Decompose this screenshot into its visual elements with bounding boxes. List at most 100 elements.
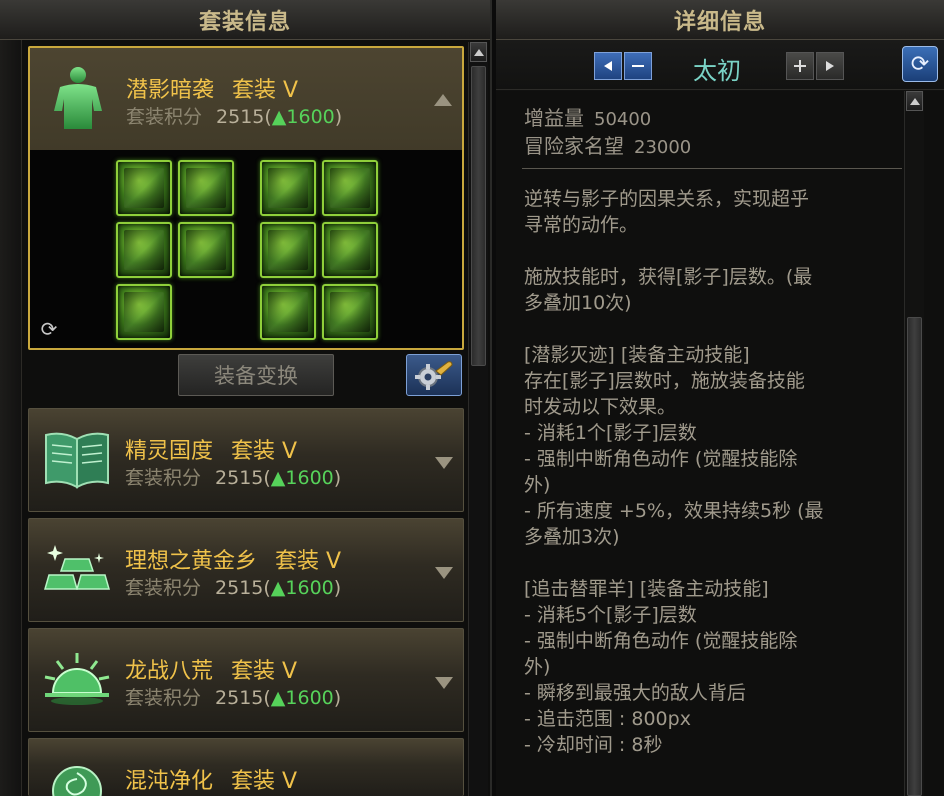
tier-title: 太初 xyxy=(693,57,741,85)
set-effect-description: 逆转与影子的因果关系，实现超乎 寻常的动作。 施放技能时，获得[影子]层数。(最… xyxy=(524,188,824,756)
set-name: 混沌净化 套装 V xyxy=(125,763,297,795)
expand-arrow-icon[interactable] xyxy=(435,457,453,469)
set-name-text: 理想之黄金乡 xyxy=(125,549,258,574)
detail-scrollbar[interactable] xyxy=(904,91,924,796)
minus-tier-button[interactable] xyxy=(624,52,652,80)
score-value: 2515( xyxy=(215,467,271,489)
expand-arrow-icon[interactable] xyxy=(435,677,453,689)
set-tier: 套装 V xyxy=(231,439,298,464)
set-card-2[interactable]: 精灵国度 套装 V 套装积分 2515(▲1600) xyxy=(28,408,464,512)
score-label: 套装积分 xyxy=(126,106,203,128)
divider xyxy=(522,168,902,169)
set-tier: 套装 V xyxy=(231,769,298,794)
rising-sun-icon xyxy=(41,643,113,715)
score-value: 2515( xyxy=(215,577,271,599)
scroll-up-button[interactable] xyxy=(906,91,923,111)
up-arrow-icon xyxy=(909,97,920,105)
score-value: 2515( xyxy=(216,106,272,128)
stat-value: 50400 xyxy=(594,109,652,130)
set-name: 精灵国度 套装 V xyxy=(125,433,297,465)
detail-content: 增益量 50400 冒险家名望 23000 逆转与影子的因果关系，实现超乎 寻常的动… xyxy=(496,91,944,796)
set-info-title: 套装信息 xyxy=(0,0,490,40)
rose-icon xyxy=(41,753,113,796)
score-close: ) xyxy=(333,577,342,599)
set-tier: 套装 V xyxy=(231,659,298,684)
set-card-3[interactable]: 理想之黄金乡 套装 V 套装积分 2515(▲1600) xyxy=(28,518,464,622)
gear-wrench-icon xyxy=(415,361,453,390)
set-name-text: 潜影暗袭 xyxy=(126,78,215,103)
set-tier: 套装 V xyxy=(232,78,299,103)
equipment-slot[interactable] xyxy=(322,222,378,278)
set-list-scrollbar[interactable] xyxy=(468,42,488,796)
tier-navigation: 太初 ⟳ xyxy=(496,40,944,90)
set-info-panel: 套装信息 潜影暗袭 套装 V 套装积分 2515(▲1600) ⟳ 装备变换 精… xyxy=(0,0,492,796)
plus-tier-button[interactable] xyxy=(786,52,814,80)
set-score: 套装积分 2515(▲1600) xyxy=(126,102,342,129)
score-value: 2515( xyxy=(215,687,271,709)
refresh-icon: ⟳ xyxy=(910,51,930,77)
set-name: 理想之黄金乡 套装 V xyxy=(125,543,341,575)
equipment-slot[interactable] xyxy=(178,160,234,216)
right-arrow-icon xyxy=(826,61,834,71)
left-frame xyxy=(0,40,22,796)
body-armor-icon xyxy=(42,62,114,134)
equipment-slot[interactable] xyxy=(260,284,316,340)
equipment-slot[interactable] xyxy=(116,160,172,216)
score-delta: ▲1600 xyxy=(270,577,334,599)
set-name: 潜影暗袭 套装 V xyxy=(126,72,298,104)
equipment-slot[interactable] xyxy=(260,222,316,278)
set-card-4[interactable]: 龙战八荒 套装 V 套装积分 2515(▲1600) xyxy=(28,628,464,732)
detail-info-title: 详细信息 xyxy=(496,0,944,40)
gold-bars-icon xyxy=(41,533,113,605)
equipment-slot[interactable] xyxy=(322,160,378,216)
up-arrow-icon xyxy=(473,48,484,56)
score-close: ) xyxy=(334,106,343,128)
equipment-slots: ⟳ xyxy=(30,150,462,348)
set-stats: 增益量 50400 冒险家名望 23000 xyxy=(524,105,691,161)
next-tier-button[interactable] xyxy=(816,52,844,80)
set-card-1[interactable]: 潜影暗袭 套装 V 套装积分 2515(▲1600) ⟳ xyxy=(28,46,464,350)
equipment-slot[interactable] xyxy=(116,222,172,278)
stat-value: 23000 xyxy=(634,137,692,158)
stat-label: 冒险家名望 xyxy=(524,134,624,158)
set-score: 套装积分 2515(▲1600) xyxy=(125,683,341,710)
stat-label: 增益量 xyxy=(524,106,584,130)
expand-arrow-icon[interactable] xyxy=(435,567,453,579)
set-name: 龙战八荒 套装 V xyxy=(125,653,297,685)
score-delta: ▲1600 xyxy=(270,467,334,489)
equipment-slot[interactable] xyxy=(178,222,234,278)
left-arrow-icon xyxy=(604,61,612,71)
score-label: 套装积分 xyxy=(125,467,202,489)
minus-icon xyxy=(632,65,644,67)
plus-icon xyxy=(794,60,806,72)
equipment-slot[interactable] xyxy=(260,160,316,216)
set-card-5[interactable]: 混沌净化 套装 V xyxy=(28,738,464,796)
prev-tier-button[interactable] xyxy=(594,52,622,80)
score-close: ) xyxy=(333,687,342,709)
set-name-text: 混沌净化 xyxy=(125,769,214,794)
detail-info-panel: 详细信息 太初 ⟳ 增益量 50400 冒险家名望 23000 逆转与影子的因果关系… xyxy=(496,0,944,796)
score-close: ) xyxy=(333,467,342,489)
refresh-button[interactable]: ⟳ xyxy=(902,46,938,82)
set-score: 套装积分 2515(▲1600) xyxy=(125,573,341,600)
score-delta: ▲1600 xyxy=(270,687,334,709)
equipment-slot[interactable] xyxy=(322,284,378,340)
stat-row: 冒险家名望 23000 xyxy=(524,133,691,161)
scroll-thumb[interactable] xyxy=(471,66,486,366)
set-score: 套装积分 2515(▲1600) xyxy=(125,463,341,490)
equipment-slot[interactable] xyxy=(116,284,172,340)
set-name-text: 龙战八荒 xyxy=(125,659,214,684)
score-delta: ▲1600 xyxy=(271,106,335,128)
equipment-change-button[interactable]: 装备变换 xyxy=(178,354,334,396)
collapse-arrow-icon[interactable] xyxy=(434,94,452,106)
open-book-icon xyxy=(41,423,113,495)
refresh-icon[interactable]: ⟳ xyxy=(36,316,62,342)
scroll-up-button[interactable] xyxy=(470,42,487,62)
score-label: 套装积分 xyxy=(125,687,202,709)
set-tier: 套装 V xyxy=(275,549,342,574)
settings-gear-wrench-button[interactable] xyxy=(406,354,462,396)
score-label: 套装积分 xyxy=(125,577,202,599)
set-name-text: 精灵国度 xyxy=(125,439,214,464)
stat-row: 增益量 50400 xyxy=(524,105,691,133)
scroll-thumb[interactable] xyxy=(907,317,922,796)
